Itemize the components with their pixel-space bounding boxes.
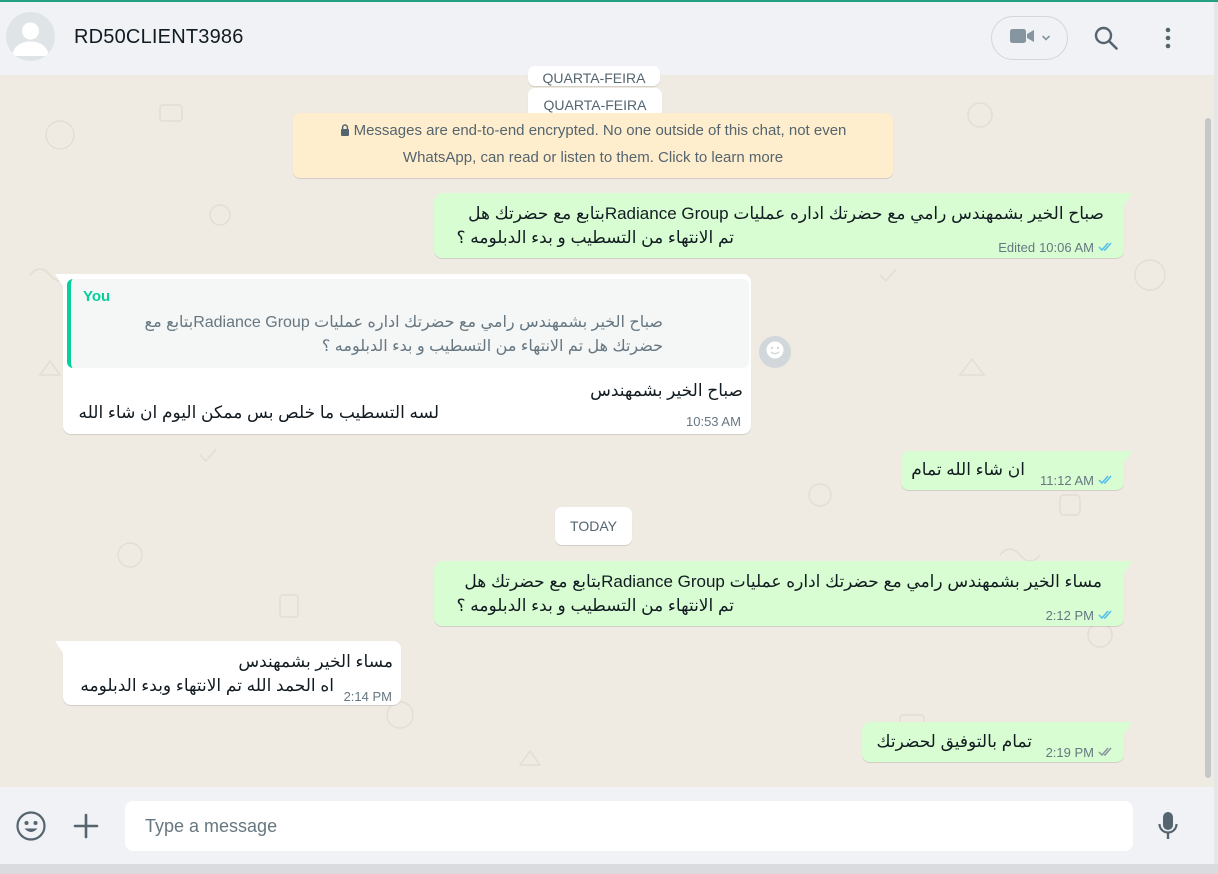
message-text-line: تم الانتهاء من التسطيب و بدء الدبلومه ؟ xyxy=(456,228,734,247)
double-check-read-icon xyxy=(1098,604,1116,628)
message-text-line: تمام بالتوفيق لحضرتك xyxy=(876,732,1032,751)
video-call-button[interactable] xyxy=(991,16,1068,60)
edited-label: Edited xyxy=(998,240,1036,255)
chevron-down-icon xyxy=(1041,29,1051,47)
double-check-delivered-icon xyxy=(1098,741,1116,765)
message-time: 10:53 AM xyxy=(686,414,741,429)
encryption-notice-line1: Messages are end-to-end encrypted. No on… xyxy=(353,122,847,139)
message-text-line: تم الانتهاء من التسطيب و بدء الدبلومه ؟ xyxy=(456,596,734,615)
video-camera-icon xyxy=(1009,27,1035,50)
bubble-tail xyxy=(55,274,63,286)
quoted-sender: You xyxy=(83,288,111,305)
message-text-line: مساء الخير بشمهندس xyxy=(238,652,393,671)
message-text-line: اه الحمد الله تم الانتهاء وبدء الدبلومه xyxy=(80,676,334,695)
window-edge xyxy=(1214,2,1218,874)
contact-name[interactable]: RD50CLIENT3986 xyxy=(74,26,244,49)
message-input[interactable] xyxy=(125,801,1133,851)
message-text-line: صباح الخير بشمهندس رامي مع حضرتك اداره ع… xyxy=(468,204,1104,223)
message-time: 2:12 PM xyxy=(1045,608,1094,623)
message-bubble-outgoing[interactable]: مساء الخير بشمهندس رامي مع حضرتك اداره ع… xyxy=(434,561,1132,628)
message-bubble-outgoing[interactable]: صباح الخير بشمهندس رامي مع حضرتك اداره ع… xyxy=(434,193,1132,260)
reaction-button[interactable] xyxy=(759,336,791,368)
bubble-tail xyxy=(55,641,63,653)
message-text-line: لسه التسطيب ما خلص بس ممكن اليوم ان شاء … xyxy=(78,403,439,422)
double-check-read-icon xyxy=(1098,469,1116,493)
smiley-icon xyxy=(765,340,785,365)
avatar[interactable] xyxy=(6,12,55,61)
encryption-notice-line2: WhatsApp, can read or listen to them. Cl… xyxy=(402,149,784,166)
message-time: 2:19 PM xyxy=(1045,745,1094,760)
encryption-notice[interactable]: Messages are end-to-end encrypted. No on… xyxy=(293,113,893,178)
menu-dots-icon[interactable] xyxy=(1154,24,1182,52)
date-separator-partial: QUARTA-FEIRA xyxy=(528,66,660,86)
message-bubble-outgoing[interactable]: تمام بالتوفيق لحضرتك 2:19 PM xyxy=(862,722,1132,765)
emoji-icon[interactable] xyxy=(14,809,48,843)
bubble-tail xyxy=(1124,193,1132,205)
message-bubble-outgoing[interactable]: ان شاء الله تمام 11:12 AM xyxy=(901,451,1132,493)
message-text-line: مساء الخير بشمهندس رامي مع حضرتك اداره ع… xyxy=(464,572,1102,591)
quoted-message[interactable]: You صباح الخير بشمهندس رامي مع حضرتك ادا… xyxy=(67,279,749,368)
message-meta: 2:19 PM xyxy=(1046,741,1116,765)
message-time: 10:06 AM xyxy=(1039,240,1094,255)
bubble-tail xyxy=(1124,722,1132,734)
message-bubble-incoming[interactable]: مساء الخير بشمهندس اه الحمد الله تم الان… xyxy=(55,641,401,705)
composer-bar xyxy=(0,787,1214,864)
message-meta: Edited 10:06 AM xyxy=(998,236,1116,260)
chat-header: RD50CLIENT3986 xyxy=(0,2,1214,75)
bubble-tail xyxy=(1124,561,1132,573)
message-time: 11:12 AM xyxy=(1040,473,1094,488)
bubble-tail xyxy=(1124,451,1132,463)
message-text-line: ان شاء الله تمام xyxy=(911,460,1025,479)
double-check-read-icon xyxy=(1098,236,1116,260)
lock-icon xyxy=(340,119,350,145)
quoted-text-line: حضرتك هل تم الانتهاء من التسطيب و بدء ال… xyxy=(321,338,663,355)
search-icon[interactable] xyxy=(1092,24,1120,52)
window-bottom-edge xyxy=(0,864,1218,874)
message-text-line: صباح الخير بشمهندس xyxy=(590,381,743,400)
message-time: 2:14 PM xyxy=(343,689,392,704)
plus-attach-icon[interactable] xyxy=(69,809,103,843)
chat-scrollbar[interactable] xyxy=(1205,118,1211,778)
message-meta: 2:12 PM xyxy=(1046,604,1116,628)
message-meta: 11:12 AM xyxy=(1040,469,1116,493)
microphone-icon[interactable] xyxy=(1151,809,1185,843)
date-separator-today: TODAY xyxy=(555,507,632,545)
quoted-text-line: صباح الخير بشمهندس رامي مع حضرتك اداره ع… xyxy=(144,314,663,331)
